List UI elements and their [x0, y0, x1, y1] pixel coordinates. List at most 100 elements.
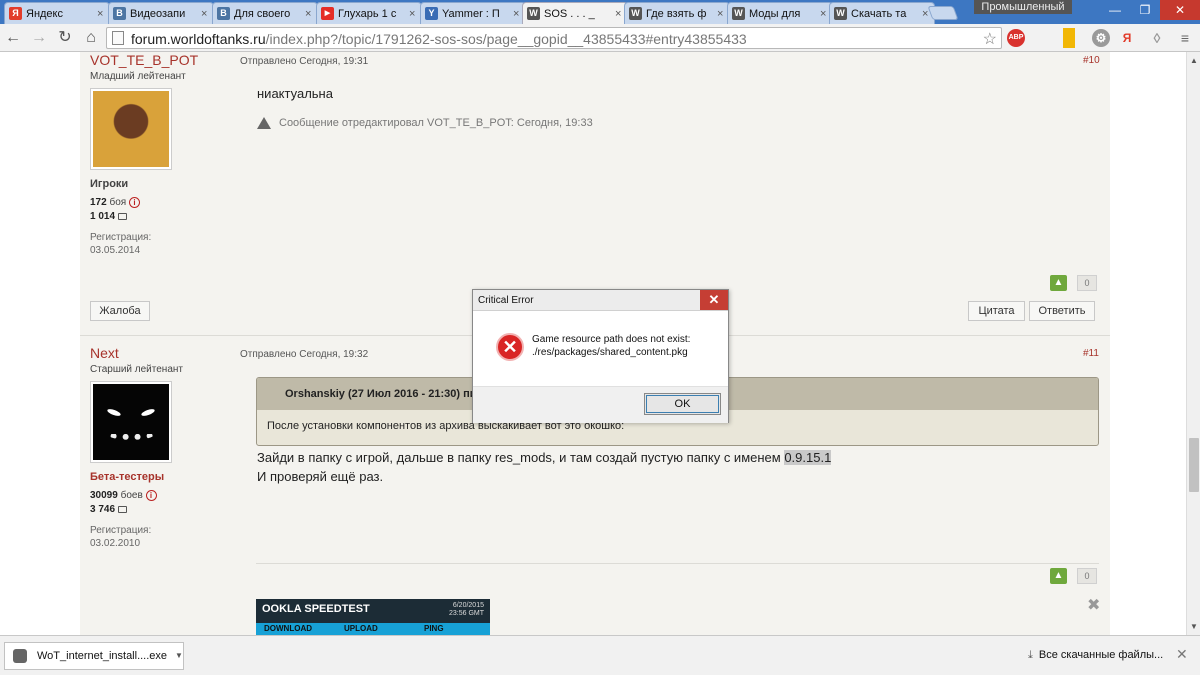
- show-all-downloads-link[interactable]: ⤓ Все скачанные файлы...: [1028, 649, 1163, 662]
- post-author-name[interactable]: Next: [90, 345, 119, 361]
- version-highlight: 0.9.15.1: [784, 450, 832, 465]
- vote-up-button[interactable]: ▲: [1050, 568, 1067, 584]
- tab-sos-active[interactable]: W SOS . . . _ ×: [522, 2, 628, 24]
- vote-count: 0: [1077, 275, 1097, 291]
- tab-gde-vzyat[interactable]: W Где взять ф ×: [624, 2, 730, 24]
- speedtest-ping-label: PING: [424, 624, 444, 633]
- tab-skachat[interactable]: W Скачать та ×: [829, 2, 935, 24]
- scrollbar-thumb[interactable]: [1189, 438, 1199, 492]
- wot-favicon-icon: W: [527, 7, 540, 20]
- bookmark-star-icon[interactable]: ☆: [983, 29, 997, 49]
- dialog-close-button[interactable]: ✕: [700, 290, 728, 310]
- tab-close-icon[interactable]: ×: [717, 8, 725, 20]
- vk-favicon-icon: В: [113, 7, 126, 20]
- speedtest-datetime: 6/20/2015 23:56 GMT: [448, 602, 484, 617]
- tab-vk-2[interactable]: В Для своего ×: [212, 2, 318, 24]
- new-tab-button[interactable]: [927, 6, 959, 20]
- tab-yammer[interactable]: Y Yammer : П ×: [420, 2, 526, 24]
- page-icon: [112, 31, 124, 45]
- yandex-icon[interactable]: Я: [1118, 29, 1136, 47]
- tab-close-icon[interactable]: ×: [97, 8, 105, 20]
- battles-count: 172 боя i: [90, 197, 140, 208]
- close-signature-icon[interactable]: ✖: [1087, 595, 1100, 615]
- tab-close-icon[interactable]: ×: [305, 8, 313, 20]
- minimize-icon[interactable]: —: [1100, 0, 1130, 20]
- registration-label: Регистрация:: [90, 525, 152, 536]
- speedtest-image: OOKLA SPEEDTEST 6/20/2015 23:56 GMT DOWNL…: [256, 599, 490, 635]
- tab-close-icon[interactable]: ×: [615, 8, 623, 20]
- bookmark-flag-icon[interactable]: [1063, 28, 1075, 48]
- download-item[interactable]: WoT_internet_install....exe ▼: [4, 642, 184, 670]
- settings-gear-icon[interactable]: ⚙: [1092, 29, 1110, 47]
- avatar[interactable]: [90, 88, 172, 170]
- download-arrow-icon: ⤓: [1028, 649, 1033, 661]
- ok-button[interactable]: OK: [644, 393, 721, 415]
- post-number-link[interactable]: #10: [1083, 55, 1100, 66]
- tab-close-icon[interactable]: ×: [409, 8, 417, 20]
- post-number-link[interactable]: #11: [1083, 348, 1099, 359]
- wot-favicon-icon: W: [834, 7, 847, 20]
- forward-arrow-icon[interactable]: →: [28, 27, 50, 49]
- critical-error-dialog: Critical Error ✕ ✕ Game resource path do…: [472, 289, 729, 423]
- chevron-down-icon[interactable]: ▼: [175, 651, 183, 660]
- author-rank: Старший лейтенант: [90, 364, 183, 375]
- youtube-favicon-icon: ▶: [321, 7, 334, 20]
- back-arrow-icon[interactable]: ←: [2, 27, 24, 49]
- scroll-down-icon[interactable]: ▼: [1190, 622, 1198, 631]
- tab-yandex[interactable]: Я Яндекс ×: [4, 2, 110, 24]
- vote-up-button[interactable]: ▲: [1050, 275, 1067, 291]
- warning-icon: [257, 117, 271, 130]
- home-icon[interactable]: ⌂: [80, 27, 102, 49]
- opera-turbo-icon[interactable]: ◊: [1148, 29, 1166, 47]
- author-rank: Младший лейтенант: [90, 71, 186, 82]
- tab-title: Для своего: [234, 7, 291, 20]
- chat-icon: [117, 212, 127, 220]
- edit-notice: Сообщение отредактировал VOT_TE_B_POT: С…: [257, 117, 593, 130]
- vk-favicon-icon: В: [217, 7, 230, 20]
- tab-close-icon[interactable]: ×: [513, 8, 521, 20]
- post-timestamp: Отправлено Сегодня, 19:32: [240, 349, 369, 360]
- quote-button[interactable]: Цитата: [968, 301, 1025, 321]
- tab-title: Где взять ф: [646, 7, 707, 20]
- author-group: Игроки: [90, 178, 129, 190]
- browser-toolbar: ← → ↻ ⌂ forum.worldoftanks.ru/index.php?…: [0, 24, 1200, 52]
- tab-title: Моды для: [749, 7, 801, 20]
- signature-divider: [256, 563, 1099, 564]
- tab-title: SOS . . . _: [544, 7, 595, 20]
- window-close-icon[interactable]: ✕: [1160, 0, 1200, 20]
- reply-button[interactable]: Ответить: [1029, 301, 1095, 321]
- adblock-icon[interactable]: ABP: [1007, 29, 1025, 47]
- registration-date: 03.05.2014: [90, 245, 141, 256]
- tab-strip: Я Яндекс × В Видеозапи × В Для своего × …: [0, 0, 1200, 24]
- info-icon[interactable]: i: [128, 197, 140, 208]
- posts-count: 3 746: [90, 504, 127, 515]
- post-author-name[interactable]: VOT_TE_B_POT: [90, 52, 198, 68]
- report-button[interactable]: Жалоба: [90, 301, 150, 321]
- tab-youtube[interactable]: ▶ Глухарь 1 с ×: [316, 2, 422, 24]
- dialog-message: Game resource path does not exist: ./res…: [532, 334, 691, 358]
- address-bar[interactable]: forum.worldoftanks.ru/index.php?/topic/1…: [106, 27, 1002, 49]
- restore-icon[interactable]: ❐: [1130, 0, 1160, 20]
- tab-title: Глухарь 1 с: [338, 7, 397, 20]
- post-body-line-2: И проверяй ещё раз.: [257, 469, 384, 484]
- tab-close-icon[interactable]: ×: [201, 8, 209, 20]
- download-shelf: WoT_internet_install....exe ▼ ⤓ Все скача…: [0, 635, 1200, 675]
- reload-icon[interactable]: ↻: [54, 27, 76, 49]
- tab-mody[interactable]: W Моды для ×: [727, 2, 833, 24]
- avatar[interactable]: [90, 381, 172, 463]
- scroll-up-icon[interactable]: ▲: [1190, 56, 1198, 65]
- tab-vk-video[interactable]: В Видеозапи ×: [108, 2, 214, 24]
- close-shelf-icon[interactable]: ✕: [1176, 646, 1188, 663]
- registration-label: Регистрация:: [90, 232, 152, 243]
- yandex-favicon-icon: Я: [9, 7, 22, 20]
- download-file-name: WoT_internet_install....exe: [37, 650, 168, 662]
- url-text: forum.worldoftanks.ru/index.php?/topic/1…: [131, 31, 747, 47]
- tab-title: Yammer : П: [442, 7, 500, 20]
- page-scrollbar[interactable]: ▲ ▼: [1186, 52, 1200, 635]
- tab-close-icon[interactable]: ×: [820, 8, 828, 20]
- tab-title: Скачать та: [851, 7, 907, 20]
- menu-icon[interactable]: ≡: [1176, 29, 1194, 47]
- post-body-text: ниактуальна: [257, 86, 333, 101]
- info-icon[interactable]: i: [145, 490, 157, 501]
- profile-label[interactable]: Промышленный: [974, 0, 1072, 14]
